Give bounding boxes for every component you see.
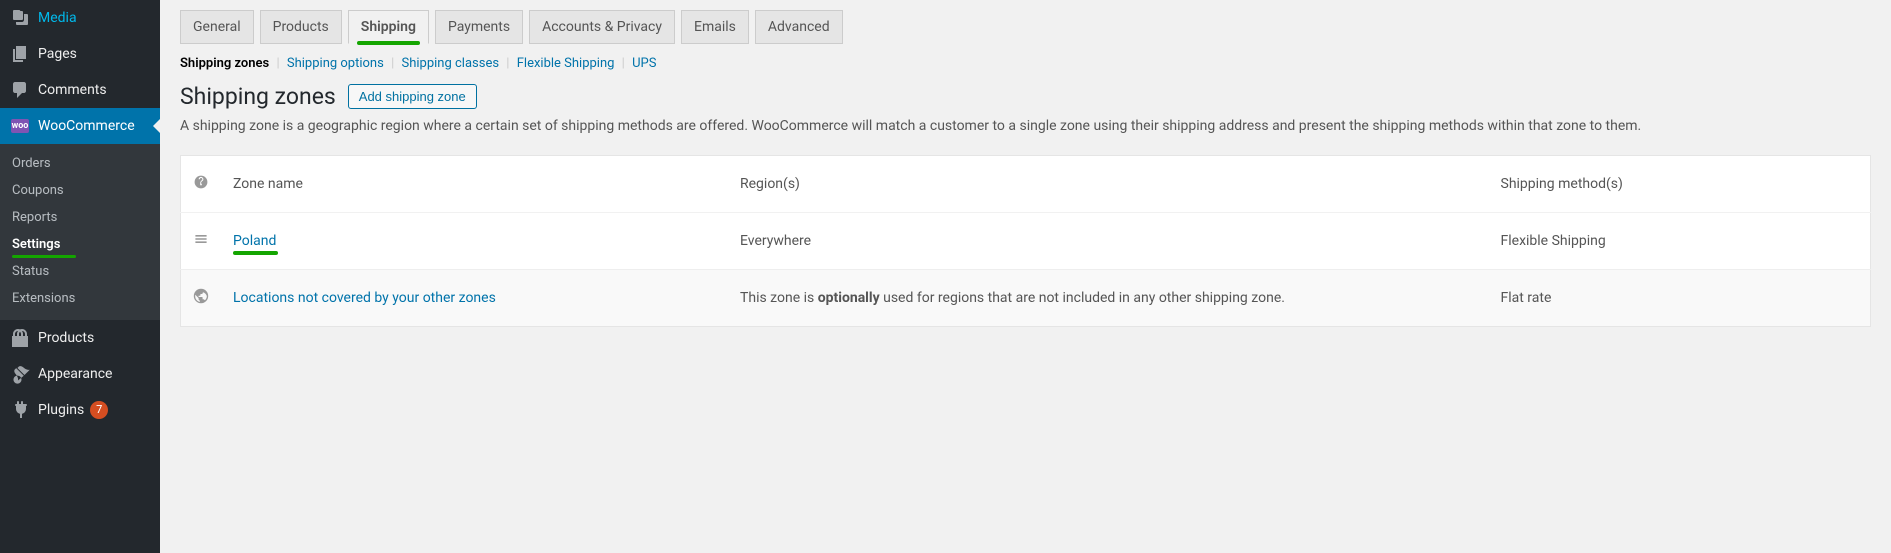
globe-icon (181, 270, 222, 327)
sidebar-item-appearance[interactable]: Appearance (0, 356, 160, 392)
fallback-zone-row: Locations not covered by your other zone… (181, 270, 1871, 327)
menu-label: Appearance (38, 366, 112, 382)
tab-products[interactable]: Products (260, 10, 342, 44)
help-icon[interactable] (193, 178, 209, 194)
sidebar-item-comments[interactable]: Comments (0, 72, 160, 108)
highlight-underline (233, 251, 278, 255)
tab-label: Advanced (768, 19, 830, 35)
submenu-item-coupons[interactable]: Coupons (0, 177, 160, 204)
menu-label: Media (38, 10, 77, 26)
tab-label: Shipping (361, 19, 416, 35)
separator: | (506, 56, 509, 71)
submenu-item-extensions[interactable]: Extensions (0, 285, 160, 312)
page-title: Shipping zones (180, 83, 336, 110)
fallback-text-pre: This zone is (740, 290, 818, 306)
active-underline (357, 41, 420, 45)
menu-label: WooCommerce (38, 118, 135, 134)
tab-payments[interactable]: Payments (435, 10, 523, 44)
fallback-text-post: used for regions that are not included i… (880, 290, 1285, 306)
page-header: Shipping zones Add shipping zone (180, 83, 1871, 110)
zone-method-cell: Flexible Shipping (1489, 213, 1871, 270)
page-icon (10, 44, 30, 64)
submenu-label: Coupons (12, 183, 64, 198)
drag-handle[interactable] (181, 213, 222, 270)
zone-name-header: Zone name (221, 156, 728, 213)
fallback-zone-link[interactable]: Locations not covered by your other zone… (233, 290, 496, 306)
menu-label: Products (38, 330, 94, 346)
tab-shipping[interactable]: Shipping (348, 10, 429, 44)
plugins-badge: 7 (90, 401, 108, 419)
subtab-options[interactable]: Shipping options (287, 56, 384, 71)
media-icon (10, 8, 30, 28)
woo-badge-text: woo (11, 119, 29, 133)
fallback-text-strong: optionally (818, 290, 880, 306)
tab-label: General (193, 19, 241, 35)
method-header: Shipping method(s) (1489, 156, 1871, 213)
tab-emails[interactable]: Emails (681, 10, 749, 44)
product-icon (10, 328, 30, 348)
submenu-item-status[interactable]: Status (0, 258, 160, 285)
submenu-item-settings[interactable]: Settings (0, 231, 160, 258)
submenu-label: Status (12, 264, 49, 279)
sidebar-item-media[interactable]: Media (0, 0, 160, 36)
separator: | (622, 56, 625, 71)
woo-submenu: Orders Coupons Reports Settings Status E… (0, 144, 160, 320)
submenu-item-reports[interactable]: Reports (0, 204, 160, 231)
submenu-label: Settings (12, 237, 60, 252)
fallback-method-cell: Flat rate (1489, 270, 1871, 327)
shipping-zones-table: Zone name Region(s) Shipping method(s) P… (180, 155, 1871, 327)
tab-label: Payments (448, 19, 510, 35)
fallback-region-cell: This zone is optionally used for regions… (728, 270, 1489, 327)
subtab-ups[interactable]: UPS (632, 56, 656, 71)
submenu-label: Orders (12, 156, 51, 171)
fallback-name-cell: Locations not covered by your other zone… (221, 270, 728, 327)
tab-label: Accounts & Privacy (542, 19, 662, 35)
page-description: A shipping zone is a geographic region w… (180, 116, 1871, 137)
zone-name: Poland (233, 233, 276, 249)
comment-icon (10, 80, 30, 100)
menu-label: Pages (38, 46, 77, 62)
sidebar-item-pages[interactable]: Pages (0, 36, 160, 72)
separator: | (276, 56, 279, 71)
submenu-label: Reports (12, 210, 57, 225)
main-content: General Products Shipping Payments Accou… (160, 0, 1891, 553)
zone-link[interactable]: Poland (233, 233, 276, 249)
zone-name-cell: Poland (221, 213, 728, 270)
help-header (181, 156, 222, 213)
table-header-row: Zone name Region(s) Shipping method(s) (181, 156, 1871, 213)
sidebar-item-products[interactable]: Products (0, 320, 160, 356)
admin-sidebar: Media Pages Comments woo WooCommerce Ord… (0, 0, 160, 553)
sidebar-item-woocommerce[interactable]: woo WooCommerce (0, 108, 160, 144)
zone-region-cell: Everywhere (728, 213, 1489, 270)
subtab-zones[interactable]: Shipping zones (180, 56, 269, 71)
plugin-icon (10, 400, 30, 420)
add-shipping-zone-button[interactable]: Add shipping zone (348, 84, 477, 109)
tab-general[interactable]: General (180, 10, 254, 44)
settings-tabs: General Products Shipping Payments Accou… (180, 10, 1871, 44)
tab-advanced[interactable]: Advanced (755, 10, 843, 44)
shipping-subtabs: Shipping zones | Shipping options | Ship… (180, 56, 1871, 71)
separator: | (391, 56, 394, 71)
appearance-icon (10, 364, 30, 384)
app-root: Media Pages Comments woo WooCommerce Ord… (0, 0, 1891, 553)
region-header: Region(s) (728, 156, 1489, 213)
subtab-flexible[interactable]: Flexible Shipping (517, 56, 615, 71)
woo-icon: woo (10, 116, 30, 136)
menu-label: Comments (38, 82, 107, 98)
tab-accounts[interactable]: Accounts & Privacy (529, 10, 675, 44)
tab-label: Products (273, 19, 329, 35)
zone-row: Poland Everywhere Flexible Shipping (181, 213, 1871, 270)
sidebar-item-plugins[interactable]: Plugins 7 (0, 392, 160, 428)
tab-label: Emails (694, 19, 736, 35)
submenu-label: Extensions (12, 291, 75, 306)
subtab-classes[interactable]: Shipping classes (401, 56, 499, 71)
submenu-item-orders[interactable]: Orders (0, 150, 160, 177)
menu-label: Plugins (38, 402, 84, 418)
